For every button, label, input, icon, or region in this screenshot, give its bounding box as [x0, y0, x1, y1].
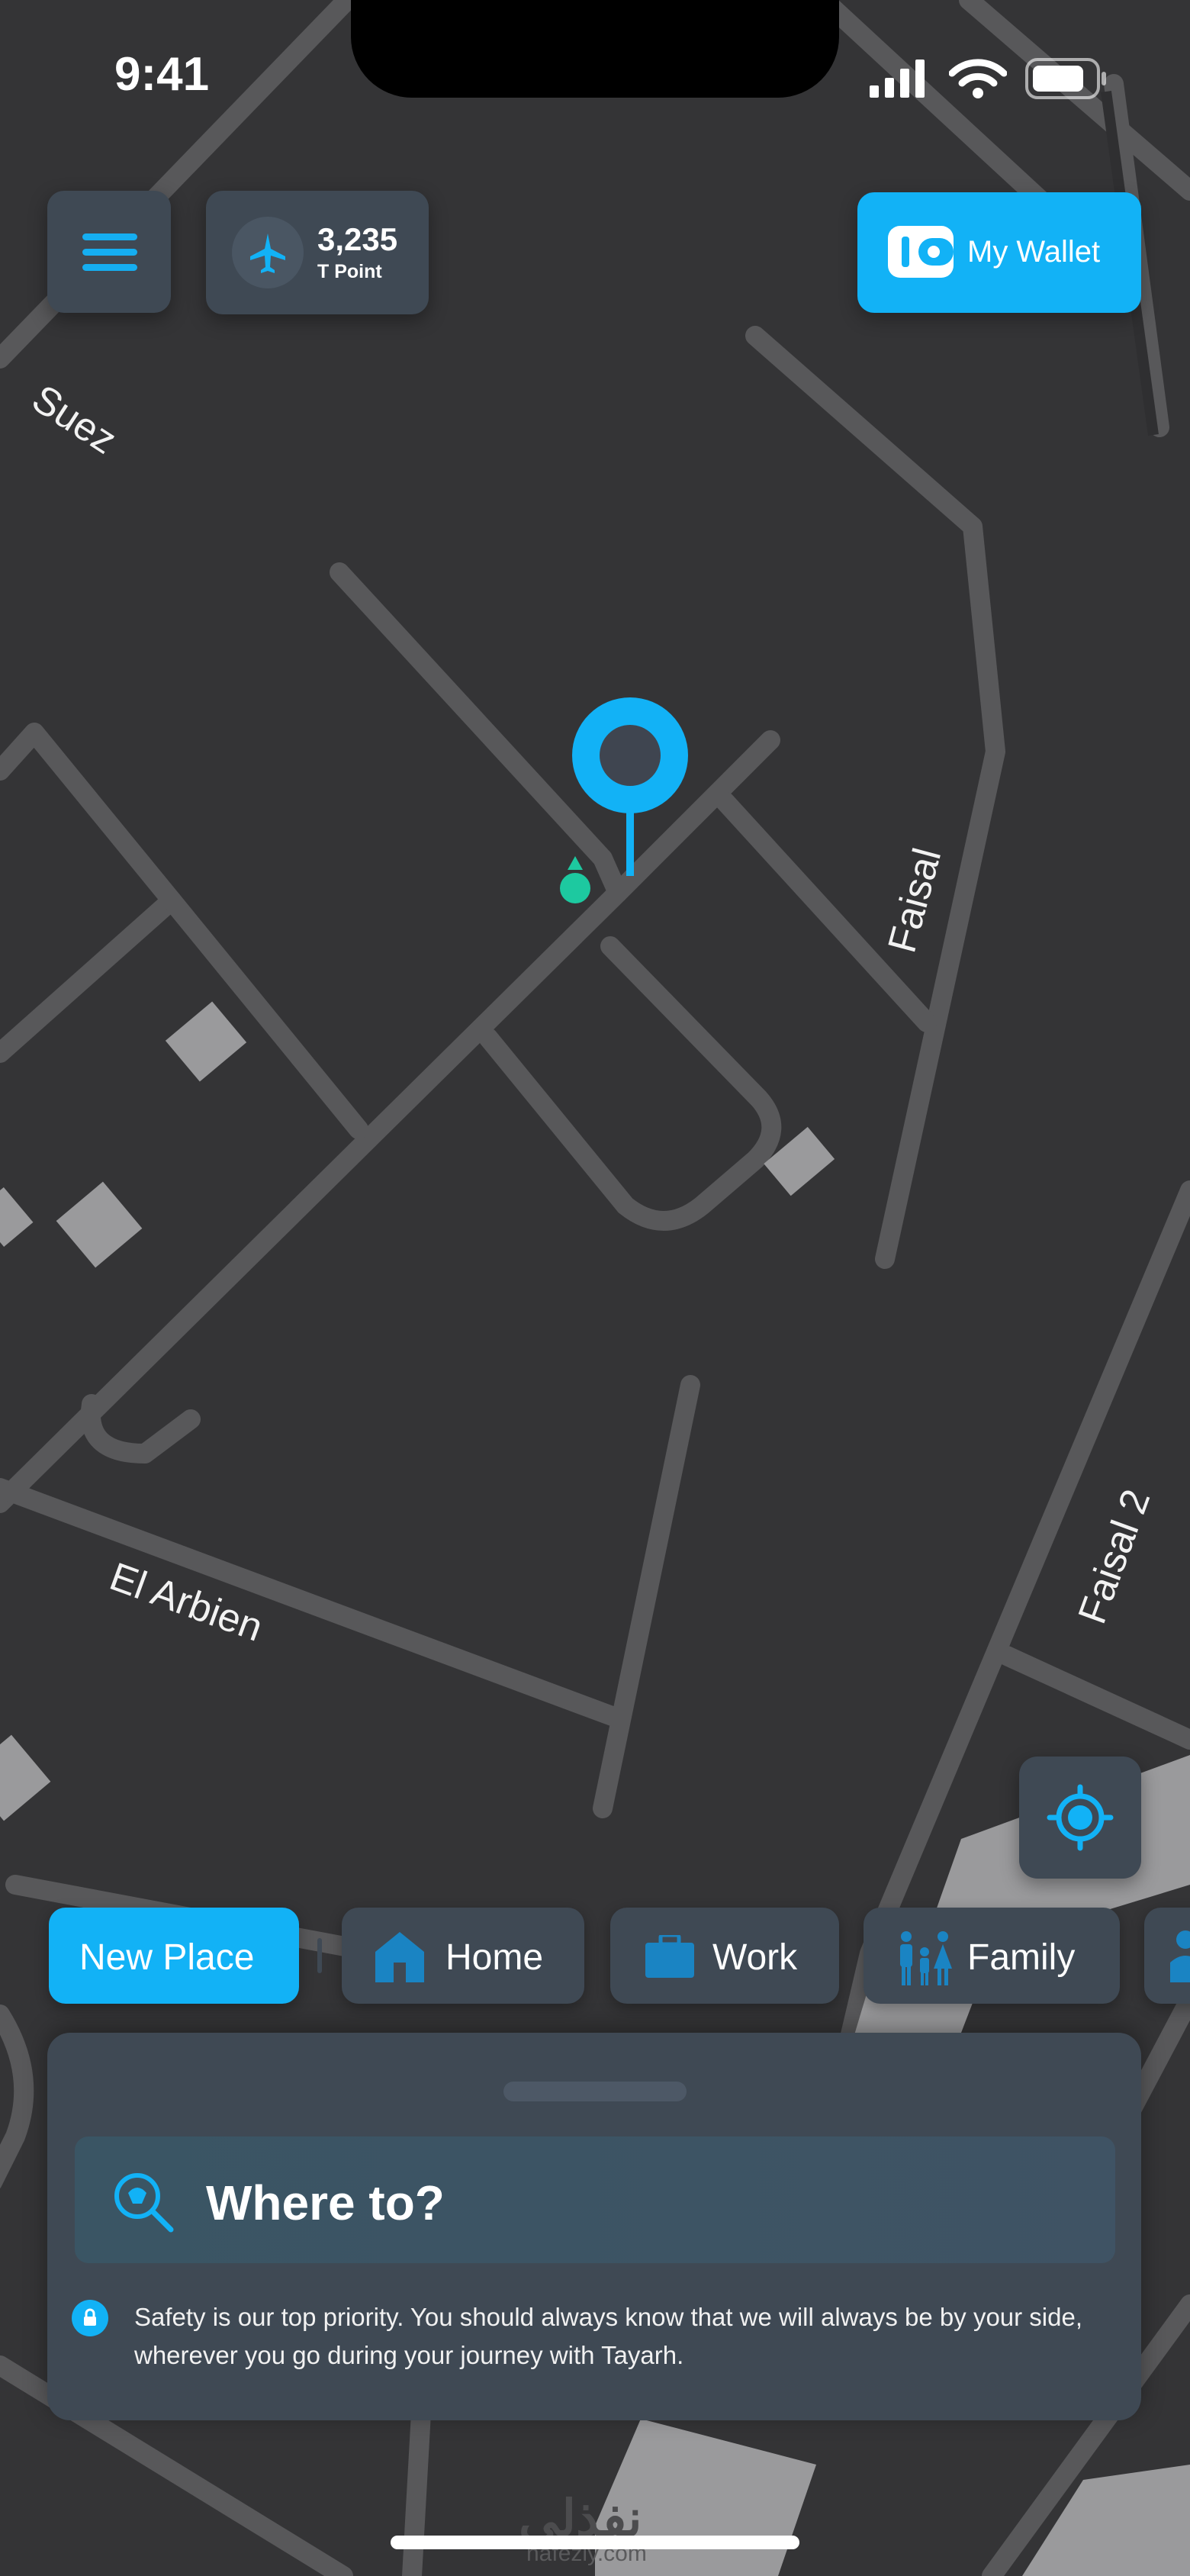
hamburger-icon-bar — [82, 233, 137, 240]
locate-me-button[interactable] — [1019, 1757, 1141, 1879]
where-to-search[interactable]: Where to? — [75, 2136, 1115, 2263]
points-card[interactable]: 3,235 T Point — [206, 191, 429, 314]
crosshair-icon — [1047, 1784, 1114, 1851]
chip-family-label: Family — [967, 1937, 1076, 1978]
plane-icon — [232, 217, 304, 288]
wallet-icon — [888, 226, 954, 278]
hamburger-icon-bar — [82, 249, 137, 256]
chip-new-place[interactable]: New Place — [49, 1908, 299, 2004]
app-screen: Suez Faisal El Arbien Faisal 2 9:41 3,23… — [0, 0, 1190, 2576]
safety-message: Safety is our top priority. You should a… — [134, 2303, 1083, 2369]
points-value: 3,235 — [317, 221, 398, 257]
battery-icon — [1025, 58, 1106, 99]
family-icon — [900, 1931, 952, 1985]
chip-more[interactable] — [1144, 1908, 1190, 2004]
my-wallet-label: My Wallet — [967, 235, 1101, 269]
camera-notch — [351, 0, 839, 98]
hamburger-icon-bar — [82, 264, 137, 271]
home-indicator[interactable] — [391, 2536, 799, 2549]
status-time: 9:41 — [114, 48, 210, 101]
signal-icon — [870, 60, 925, 98]
chip-family[interactable]: Family — [864, 1908, 1120, 2004]
my-wallet-button[interactable]: My Wallet — [857, 192, 1141, 313]
chip-work-label: Work — [712, 1937, 798, 1978]
menu-button[interactable] — [47, 191, 171, 313]
search-icon — [114, 2173, 174, 2233]
chip-divider — [317, 1938, 322, 1973]
sheet-drag-handle[interactable] — [503, 2082, 687, 2101]
house-icon — [375, 1932, 424, 1982]
bottom-sheet: Where to? Safety is our top priority. Yo… — [47, 2033, 1141, 2420]
wifi-icon — [949, 59, 1007, 98]
briefcase-icon — [645, 1935, 694, 1978]
chip-work[interactable]: Work — [610, 1908, 839, 2004]
where-to-label: Where to? — [206, 2175, 445, 2230]
person-icon — [1170, 1930, 1190, 1982]
points-label: T Point — [317, 261, 382, 282]
chip-new-place-label: New Place — [79, 1937, 255, 1978]
chip-home-label: Home — [445, 1937, 544, 1978]
chip-home[interactable]: Home — [342, 1908, 584, 2004]
lock-icon — [72, 2300, 108, 2336]
